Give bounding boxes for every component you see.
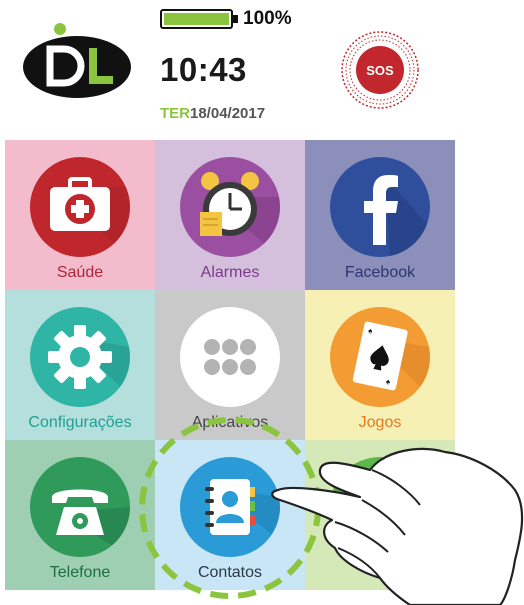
tile-whatsapp[interactable]: W — [305, 440, 455, 590]
tile-telefone[interactable]: Telefone — [5, 440, 155, 590]
tile-contatos[interactable]: Contatos — [155, 440, 305, 590]
playing-card-icon: ♠ ♠ — [352, 321, 430, 397]
date-weekday: TER — [160, 105, 190, 122]
gear-icon — [48, 325, 130, 397]
alarm-clock-icon — [200, 172, 280, 257]
tile-label: W — [372, 564, 388, 581]
tile-aplicativos[interactable]: Aplicativos — [155, 290, 305, 440]
telefone-circle — [30, 457, 130, 557]
facebook-circle — [330, 157, 430, 257]
phone-icon — [52, 489, 130, 557]
sos-label: SOS — [366, 63, 394, 78]
clock-time: 10:43 — [160, 51, 247, 88]
dl-logo — [20, 15, 135, 100]
tile-saude[interactable]: Saúde — [5, 140, 155, 290]
tile-label: Saúde — [56, 264, 104, 281]
sos-button[interactable]: SOS — [340, 30, 420, 110]
first-aid-kit-icon — [48, 177, 130, 257]
tile-label: Contatos — [197, 564, 263, 581]
alarmes-circle — [180, 157, 280, 257]
aplicativos-circle — [180, 307, 280, 407]
tile-label: Configurações — [28, 414, 132, 431]
jogos-circle: ♠ ♠ — [330, 307, 430, 407]
tile-label: Aplicativos — [191, 414, 269, 431]
tile-label: Jogos — [358, 414, 402, 431]
contacts-book-icon — [205, 479, 280, 542]
tile-configuracoes[interactable]: Configurações — [5, 290, 155, 440]
configuracoes-circle — [30, 307, 130, 407]
tile-jogos[interactable]: ♠ ♠ Jogos — [305, 290, 455, 440]
saude-circle — [30, 157, 130, 257]
apps-grid-icon — [204, 339, 256, 375]
tile-label: Facebook — [344, 264, 416, 281]
battery-percentage: 100% — [243, 8, 292, 29]
tile-facebook[interactable]: Facebook — [305, 140, 455, 290]
whatsapp-icon — [351, 478, 409, 536]
battery-icon — [160, 9, 240, 29]
whatsapp-circle — [330, 457, 430, 557]
tile-label: Telefone — [49, 564, 111, 581]
tile-alarmes[interactable]: Alarmes — [155, 140, 305, 290]
facebook-icon — [364, 175, 430, 257]
date-text: TER18/04/2017 — [160, 104, 265, 124]
contatos-circle — [180, 457, 280, 557]
tile-label: Alarmes — [200, 264, 260, 281]
date-value: 18/04/2017 — [190, 105, 266, 122]
